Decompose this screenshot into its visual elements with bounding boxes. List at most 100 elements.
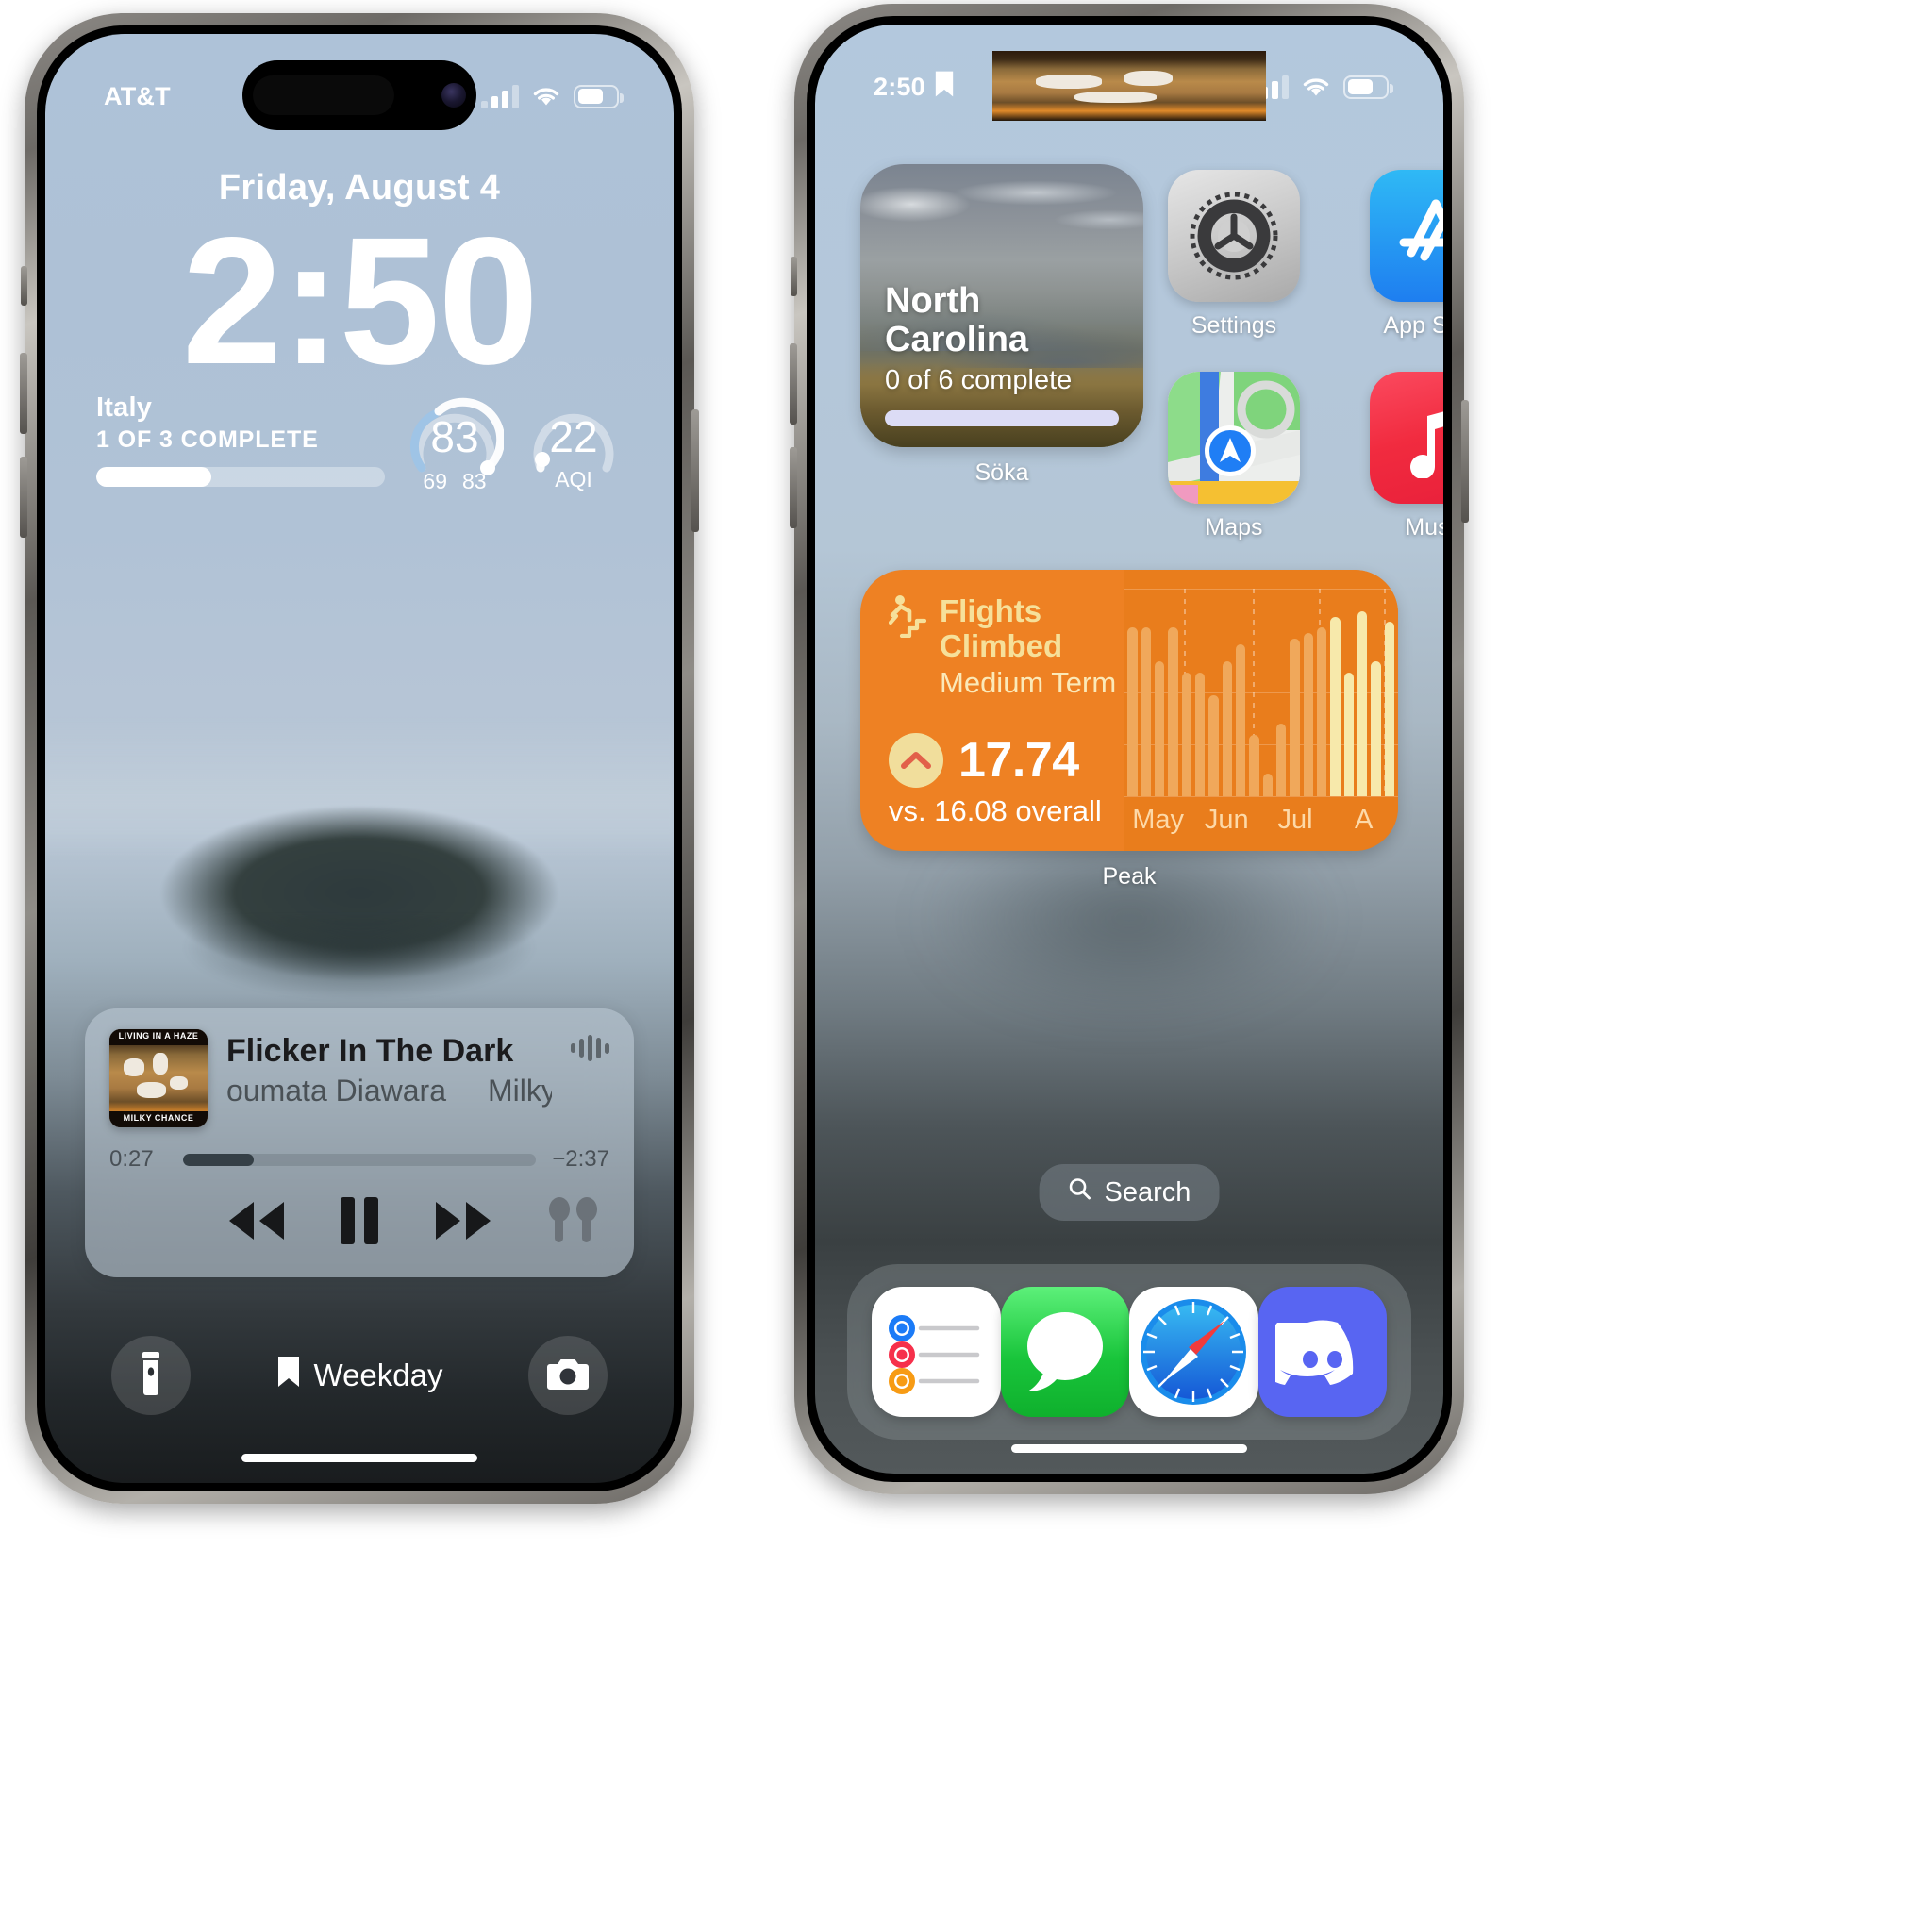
volume-down-button[interactable]: [790, 447, 797, 528]
app-label: Settings: [1191, 312, 1277, 339]
soka-subtitle: 0 of 6 complete: [885, 365, 1073, 395]
app-label: App Store: [1383, 312, 1443, 339]
status-bar-right: [1251, 75, 1393, 99]
soka-text: North Carolina 0 of 6 complete: [885, 280, 1123, 396]
pause-icon[interactable]: [333, 1193, 386, 1253]
album-artwork-image: [992, 51, 1266, 121]
app-grid: Settings App S Maps Mu: [1168, 164, 1443, 541]
battery-icon: [1343, 75, 1393, 99]
widget-activity-italy[interactable]: Italy 1 OF 3 COMPLETE: [96, 392, 385, 487]
widget-peak-container: Flights Climbed Medium Term 17.74 vs. 16…: [860, 570, 1398, 891]
home-indicator[interactable]: [1011, 1444, 1247, 1453]
activity-widget-title: Italy: [96, 392, 153, 423]
gauge-max-label: 83: [462, 469, 487, 493]
battery-icon: [574, 84, 624, 108]
volume-up-button[interactable]: [20, 353, 27, 434]
home-indicator[interactable]: [242, 1454, 477, 1462]
app-maps[interactable]: Maps: [1168, 372, 1300, 541]
dynamic-island[interactable]: [242, 60, 476, 130]
now-playing-text: Flicker In The Dark oumata Diawara Milky…: [226, 1029, 552, 1108]
home-screen: 2:50 North Carolina 0 of 6 complete Söka…: [815, 25, 1443, 1474]
track-title: Flicker In The Dark: [226, 1033, 514, 1069]
volume-up-button[interactable]: [790, 343, 797, 425]
elapsed-time: 0:27: [109, 1146, 154, 1172]
search-button[interactable]: Search: [1039, 1164, 1220, 1221]
chart-bar: [1290, 639, 1300, 796]
camera-button[interactable]: [528, 1336, 608, 1415]
app-store-icon: [1370, 170, 1443, 302]
chart-bar: [1357, 610, 1368, 796]
peak-value-row: 17.74: [889, 732, 1102, 789]
soka-progress-bar: [885, 410, 1119, 426]
chart-bar: [1181, 673, 1191, 796]
gauge-min-label: 69: [423, 469, 447, 493]
search-label: Search: [1104, 1176, 1191, 1208]
bookmark-icon: [934, 70, 955, 105]
dock: [847, 1264, 1411, 1440]
app-music[interactable]: Music: [1370, 372, 1443, 541]
reminders-icon[interactable]: [872, 1287, 1001, 1417]
discord-icon[interactable]: [1257, 1287, 1387, 1417]
playback-controls: [109, 1193, 609, 1253]
gauge-range-labels: 69 83: [406, 469, 504, 494]
scrubber-track[interactable]: [183, 1153, 536, 1166]
chart-month-label: May: [1132, 805, 1185, 835]
peak-bar-chart: [1124, 589, 1398, 797]
wifi-icon: [531, 85, 561, 108]
album-art-top-text: LIVING IN A HAZE: [118, 1031, 199, 1041]
soka-title-line-1: North: [885, 280, 981, 321]
chart-bar: [1235, 644, 1246, 796]
flashlight-icon: [136, 1351, 166, 1401]
dynamic-island-media[interactable]: [992, 51, 1266, 121]
focus-status[interactable]: Weekday: [276, 1355, 443, 1396]
chart-bar: [1330, 616, 1341, 796]
chart-bar: [1249, 734, 1259, 796]
earpiece-speaker: [253, 75, 394, 115]
playback-scrubber[interactable]: 0:27 −2:37: [109, 1146, 609, 1173]
album-art-bottom-band: MILKY CHANCE: [109, 1111, 208, 1127]
fast-forward-icon[interactable]: [428, 1196, 502, 1250]
lock-widget-row: Italy 1 OF 3 COMPLETE 83 69 83 22 AQI: [96, 391, 623, 493]
stairs-climb-icon: [888, 594, 927, 642]
device-bezel: AT&T Friday, August 4 2:50 Italy 1 OF 3 …: [37, 25, 682, 1491]
peak-value: 17.74: [958, 733, 1079, 788]
safari-compass-icon[interactable]: [1129, 1287, 1258, 1417]
album-art-top-band: LIVING IN A HAZE: [109, 1029, 208, 1045]
rewind-icon[interactable]: [218, 1196, 291, 1250]
chart-month-label: Jul: [1277, 805, 1313, 835]
volume-down-button[interactable]: [20, 457, 27, 538]
power-button[interactable]: [691, 409, 699, 532]
status-bar-left: 2:50: [874, 70, 955, 105]
mute-switch[interactable]: [21, 266, 27, 306]
widget-soka[interactable]: North Carolina 0 of 6 complete: [860, 164, 1143, 447]
now-playing-widget[interactable]: LIVING IN A HAZE MILKY CHANCE Flicker In…: [85, 1008, 634, 1277]
peak-widget-chart: May Jun Jul A: [1124, 570, 1398, 851]
chart-bar: [1262, 774, 1273, 796]
power-button[interactable]: [1461, 400, 1469, 523]
widget-gauge-aqi[interactable]: 22 AQI: [525, 391, 623, 491]
focus-label: Weekday: [313, 1358, 443, 1392]
artist-part-1: oumata Diawara: [226, 1074, 446, 1108]
peak-metric-titles: Flights Climbed Medium Term: [940, 593, 1124, 700]
widget-gauge-temperature[interactable]: 83 69 83: [406, 391, 504, 493]
widget-peak[interactable]: Flights Climbed Medium Term 17.74 vs. 16…: [860, 570, 1398, 851]
airpods-icon[interactable]: [543, 1195, 604, 1251]
flashlight-button[interactable]: [111, 1336, 191, 1415]
chart-bar: [1371, 661, 1381, 796]
iphone-device-home-screen: 2:50 North Carolina 0 of 6 complete Söka…: [790, 4, 1469, 1494]
soka-title: North Carolina: [885, 280, 1123, 359]
lock-clock: 2:50: [181, 199, 539, 402]
messages-bubble-icon[interactable]: [1000, 1287, 1129, 1417]
mute-switch[interactable]: [791, 257, 797, 296]
gauge-unit-label: AQI: [555, 467, 592, 491]
chart-bar: [1316, 627, 1327, 796]
chart-bar: [1303, 633, 1313, 796]
album-artwork-icon[interactable]: LIVING IN A HAZE MILKY CHANCE: [109, 1029, 208, 1127]
waveform-icon: [571, 1029, 609, 1061]
front-camera: [441, 83, 466, 108]
music-note-icon: [1370, 372, 1443, 504]
widget-label-soka: Söka: [974, 459, 1029, 486]
chart-bar: [1127, 627, 1138, 796]
app-settings[interactable]: Settings: [1168, 170, 1300, 340]
app-app-store[interactable]: App Store: [1370, 170, 1443, 340]
